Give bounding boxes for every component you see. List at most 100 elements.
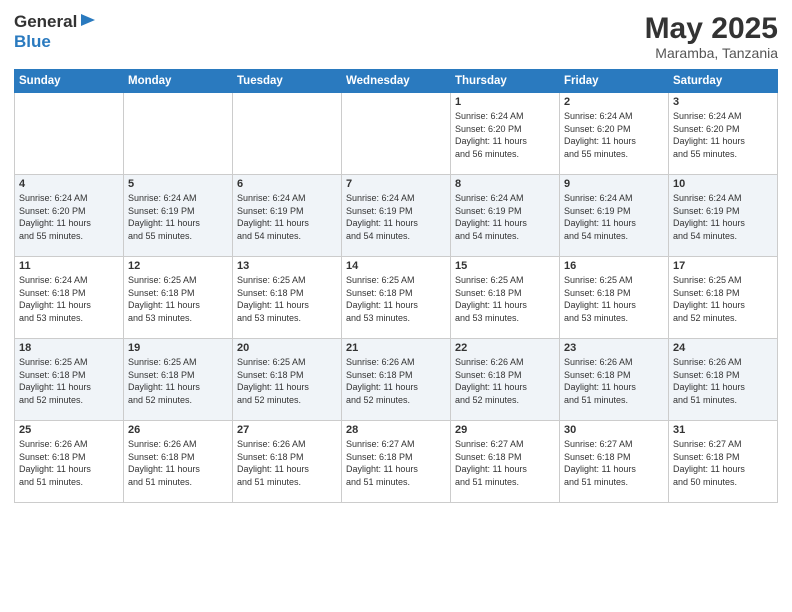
calendar-cell: 27Sunrise: 6:26 AM Sunset: 6:18 PM Dayli… xyxy=(233,421,342,503)
logo: General Blue xyxy=(14,12,97,52)
day-number: 7 xyxy=(346,178,446,190)
day-number: 5 xyxy=(128,178,228,190)
day-info: Sunrise: 6:26 AM Sunset: 6:18 PM Dayligh… xyxy=(673,356,773,406)
calendar-cell: 26Sunrise: 6:26 AM Sunset: 6:18 PM Dayli… xyxy=(124,421,233,503)
day-info: Sunrise: 6:26 AM Sunset: 6:18 PM Dayligh… xyxy=(455,356,555,406)
calendar-cell: 12 Sunrise: 6:25 AM Sunset: 6:18 PM Dayli… xyxy=(124,257,233,339)
col-header-monday: Monday xyxy=(124,70,233,93)
day-number: 16 xyxy=(564,260,664,272)
day-number: 19 xyxy=(128,342,228,354)
calendar-cell: 2 Sunrise: 6:24 AM Sunset: 6:20 PM Daylig… xyxy=(560,93,669,175)
day-number: 13 xyxy=(237,260,337,272)
calendar-table: SundayMondayTuesdayWednesdayThursdayFrid… xyxy=(14,69,778,503)
day-number: 2 xyxy=(564,96,664,108)
day-number: 26 xyxy=(128,424,228,436)
month-title: May 2025 xyxy=(645,12,778,45)
day-info: Sunrise: 6:24 AM Sunset: 6:20 PM Dayligh… xyxy=(564,110,664,160)
day-number: 12 xyxy=(128,260,228,272)
calendar-cell: 15Sunrise: 6:25 AM Sunset: 6:18 PM Dayli… xyxy=(451,257,560,339)
day-number: 21 xyxy=(346,342,446,354)
day-number: 30 xyxy=(564,424,664,436)
calendar-cell: 14Sunrise: 6:25 AM Sunset: 6:18 PM Dayli… xyxy=(342,257,451,339)
day-info: Sunrise: 6:24 AM Sunset: 6:18 PM Dayligh… xyxy=(19,274,119,324)
day-number: 14 xyxy=(346,260,446,272)
calendar-cell: 4Sunrise: 6:24 AM Sunset: 6:20 PM Daylig… xyxy=(15,175,124,257)
col-header-saturday: Saturday xyxy=(669,70,778,93)
calendar-cell: 17 Sunrise: 6:25 AM Sunset: 6:18 PM Dayli… xyxy=(669,257,778,339)
calendar-week-4: 18Sunrise: 6:25 AM Sunset: 6:18 PM Dayli… xyxy=(15,339,778,421)
day-info: Sunrise: 6:25 AM Sunset: 6:18 PM Dayligh… xyxy=(128,356,228,406)
header: General Blue May 2025 Maramba, Tanzania xyxy=(14,12,778,61)
day-number: 28 xyxy=(346,424,446,436)
day-info: Sunrise: 6:24 AM Sunset: 6:20 PM Dayligh… xyxy=(455,110,555,160)
day-info: Sunrise: 6:27 AM Sunset: 6:18 PM Dayligh… xyxy=(673,438,773,488)
day-info: Sunrise: 6:25 AM Sunset: 6:18 PM Dayligh… xyxy=(455,274,555,324)
calendar-cell: 5Sunrise: 6:24 AM Sunset: 6:19 PM Daylig… xyxy=(124,175,233,257)
calendar-cell: 8 Sunrise: 6:24 AM Sunset: 6:19 PM Daylig… xyxy=(451,175,560,257)
day-number: 6 xyxy=(237,178,337,190)
calendar-cell xyxy=(233,93,342,175)
calendar-cell: 20 Sunrise: 6:25 AM Sunset: 6:18 PM Dayli… xyxy=(233,339,342,421)
day-number: 20 xyxy=(237,342,337,354)
day-info: Sunrise: 6:27 AM Sunset: 6:18 PM Dayligh… xyxy=(564,438,664,488)
logo-blue-text: Blue xyxy=(14,32,97,52)
calendar-cell: 24 Sunrise: 6:26 AM Sunset: 6:18 PM Dayli… xyxy=(669,339,778,421)
calendar-cell: 18Sunrise: 6:25 AM Sunset: 6:18 PM Dayli… xyxy=(15,339,124,421)
calendar-week-5: 25 Sunrise: 6:26 AM Sunset: 6:18 PM Dayli… xyxy=(15,421,778,503)
day-info: Sunrise: 6:26 AM Sunset: 6:18 PM Dayligh… xyxy=(346,356,446,406)
calendar-cell xyxy=(124,93,233,175)
location: Maramba, Tanzania xyxy=(645,45,778,61)
calendar-cell: 3Sunrise: 6:24 AM Sunset: 6:20 PM Daylig… xyxy=(669,93,778,175)
col-header-thursday: Thursday xyxy=(451,70,560,93)
day-number: 3 xyxy=(673,96,773,108)
day-info: Sunrise: 6:26 AM Sunset: 6:18 PM Dayligh… xyxy=(19,438,119,488)
day-info: Sunrise: 6:26 AM Sunset: 6:18 PM Dayligh… xyxy=(564,356,664,406)
calendar-cell: 28 Sunrise: 6:27 AM Sunset: 6:18 PM Dayli… xyxy=(342,421,451,503)
day-number: 8 xyxy=(455,178,555,190)
calendar-cell: 19 Sunrise: 6:25 AM Sunset: 6:18 PM Dayli… xyxy=(124,339,233,421)
page: General Blue May 2025 Maramba, Tanzania … xyxy=(0,0,792,612)
calendar-cell: 16 Sunrise: 6:25 AM Sunset: 6:18 PM Dayli… xyxy=(560,257,669,339)
calendar-cell: 30 Sunrise: 6:27 AM Sunset: 6:18 PM Dayli… xyxy=(560,421,669,503)
calendar-cell: 25 Sunrise: 6:26 AM Sunset: 6:18 PM Dayli… xyxy=(15,421,124,503)
day-number: 1 xyxy=(455,96,555,108)
day-number: 27 xyxy=(237,424,337,436)
day-info: Sunrise: 6:25 AM Sunset: 6:18 PM Dayligh… xyxy=(237,274,337,324)
col-header-friday: Friday xyxy=(560,70,669,93)
day-info: Sunrise: 6:24 AM Sunset: 6:20 PM Dayligh… xyxy=(19,192,119,242)
day-info: Sunrise: 6:24 AM Sunset: 6:19 PM Dayligh… xyxy=(237,192,337,242)
day-number: 9 xyxy=(564,178,664,190)
day-info: Sunrise: 6:27 AM Sunset: 6:18 PM Dayligh… xyxy=(346,438,446,488)
calendar-cell: 10Sunrise: 6:24 AM Sunset: 6:19 PM Dayli… xyxy=(669,175,778,257)
calendar-cell: 9Sunrise: 6:24 AM Sunset: 6:19 PM Daylig… xyxy=(560,175,669,257)
day-info: Sunrise: 6:25 AM Sunset: 6:18 PM Dayligh… xyxy=(564,274,664,324)
day-number: 22 xyxy=(455,342,555,354)
day-info: Sunrise: 6:24 AM Sunset: 6:19 PM Dayligh… xyxy=(673,192,773,242)
day-number: 17 xyxy=(673,260,773,272)
calendar-week-3: 11 Sunrise: 6:24 AM Sunset: 6:18 PM Dayli… xyxy=(15,257,778,339)
calendar-cell: 21 Sunrise: 6:26 AM Sunset: 6:18 PM Dayli… xyxy=(342,339,451,421)
title-block: May 2025 Maramba, Tanzania xyxy=(645,12,778,61)
calendar-cell xyxy=(15,93,124,175)
day-info: Sunrise: 6:27 AM Sunset: 6:18 PM Dayligh… xyxy=(455,438,555,488)
day-number: 25 xyxy=(19,424,119,436)
calendar-cell: 7Sunrise: 6:24 AM Sunset: 6:19 PM Daylig… xyxy=(342,175,451,257)
day-info: Sunrise: 6:24 AM Sunset: 6:19 PM Dayligh… xyxy=(455,192,555,242)
calendar-cell: 6 Sunrise: 6:24 AM Sunset: 6:19 PM Daylig… xyxy=(233,175,342,257)
day-number: 11 xyxy=(19,260,119,272)
calendar-cell: 31 Sunrise: 6:27 AM Sunset: 6:18 PM Dayli… xyxy=(669,421,778,503)
col-header-tuesday: Tuesday xyxy=(233,70,342,93)
day-info: Sunrise: 6:25 AM Sunset: 6:18 PM Dayligh… xyxy=(673,274,773,324)
calendar-cell: 11 Sunrise: 6:24 AM Sunset: 6:18 PM Dayli… xyxy=(15,257,124,339)
day-info: Sunrise: 6:25 AM Sunset: 6:18 PM Dayligh… xyxy=(237,356,337,406)
calendar-week-1: 1 Sunrise: 6:24 AM Sunset: 6:20 PM Daylig… xyxy=(15,93,778,175)
day-number: 31 xyxy=(673,424,773,436)
day-info: Sunrise: 6:25 AM Sunset: 6:18 PM Dayligh… xyxy=(128,274,228,324)
day-number: 23 xyxy=(564,342,664,354)
calendar-header-row: SundayMondayTuesdayWednesdayThursdayFrid… xyxy=(15,70,778,93)
calendar-cell: 29Sunrise: 6:27 AM Sunset: 6:18 PM Dayli… xyxy=(451,421,560,503)
calendar-cell: 22 Sunrise: 6:26 AM Sunset: 6:18 PM Dayli… xyxy=(451,339,560,421)
day-number: 24 xyxy=(673,342,773,354)
col-header-wednesday: Wednesday xyxy=(342,70,451,93)
calendar-week-2: 4Sunrise: 6:24 AM Sunset: 6:20 PM Daylig… xyxy=(15,175,778,257)
